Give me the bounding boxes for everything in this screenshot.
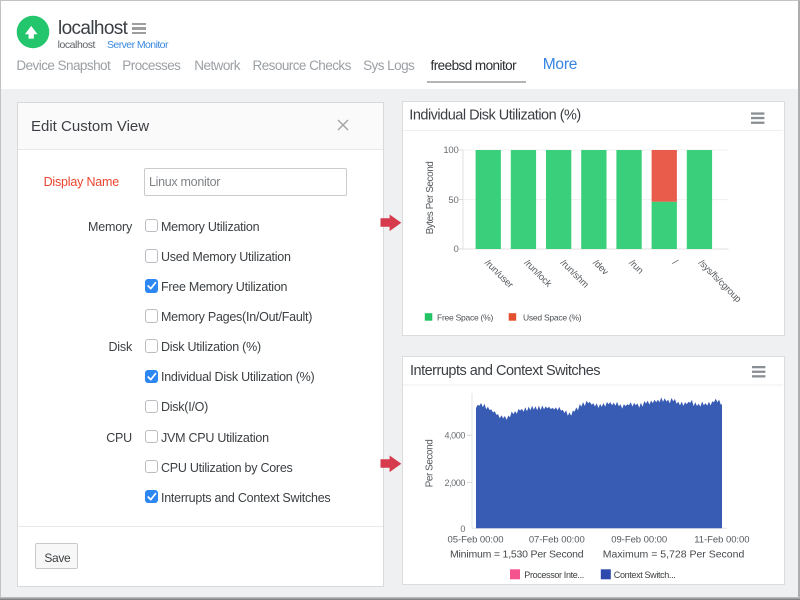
svg-text:Context Switch...: Context Switch...: [614, 570, 676, 580]
svg-text:2,000: 2,000: [444, 478, 465, 488]
svg-text:11-Feb 00:00: 11-Feb 00:00: [694, 534, 749, 545]
svg-text:Per Second: Per Second: [425, 440, 436, 488]
svg-text:100: 100: [443, 145, 458, 156]
svg-text:0: 0: [460, 524, 465, 534]
svg-text:50: 50: [448, 195, 458, 206]
svg-text:/: /: [670, 258, 680, 268]
svg-text:Processor Inte...: Processor Inte...: [524, 570, 584, 580]
svg-text:Free Space (%): Free Space (%): [437, 312, 493, 322]
svg-text:Minimum = 1,530 Per Second: Minimum = 1,530 Per Second: [450, 549, 584, 561]
svg-text:Individual Disk Utilization (%: Individual Disk Utilization (%): [409, 108, 580, 124]
svg-text:4,000: 4,000: [444, 431, 465, 441]
svg-text:/run/user: /run/user: [482, 258, 515, 291]
svg-text:Bytes Per Second: Bytes Per Second: [425, 162, 436, 235]
svg-text:Maximum = 5,728 Per Second: Maximum = 5,728 Per Second: [603, 549, 745, 561]
svg-text:/run: /run: [626, 258, 645, 277]
svg-text:Interrupts and Context Switche: Interrupts and Context Switches: [410, 363, 600, 379]
svg-text:07-Feb 00:00: 07-Feb 00:00: [529, 534, 585, 545]
svg-text:/run/shm: /run/shm: [558, 258, 591, 291]
svg-text:Used Space (%): Used Space (%): [523, 312, 582, 322]
svg-text:/sys/fs/cgroup: /sys/fs/cgroup: [696, 258, 743, 305]
svg-text:/run/lock: /run/lock: [522, 258, 554, 290]
svg-text:/dev: /dev: [590, 258, 610, 278]
svg-text:0: 0: [453, 244, 458, 255]
svg-text:09-Feb 00:00: 09-Feb 00:00: [611, 534, 667, 545]
svg-text:05-Feb 00:00: 05-Feb 00:00: [448, 534, 504, 545]
